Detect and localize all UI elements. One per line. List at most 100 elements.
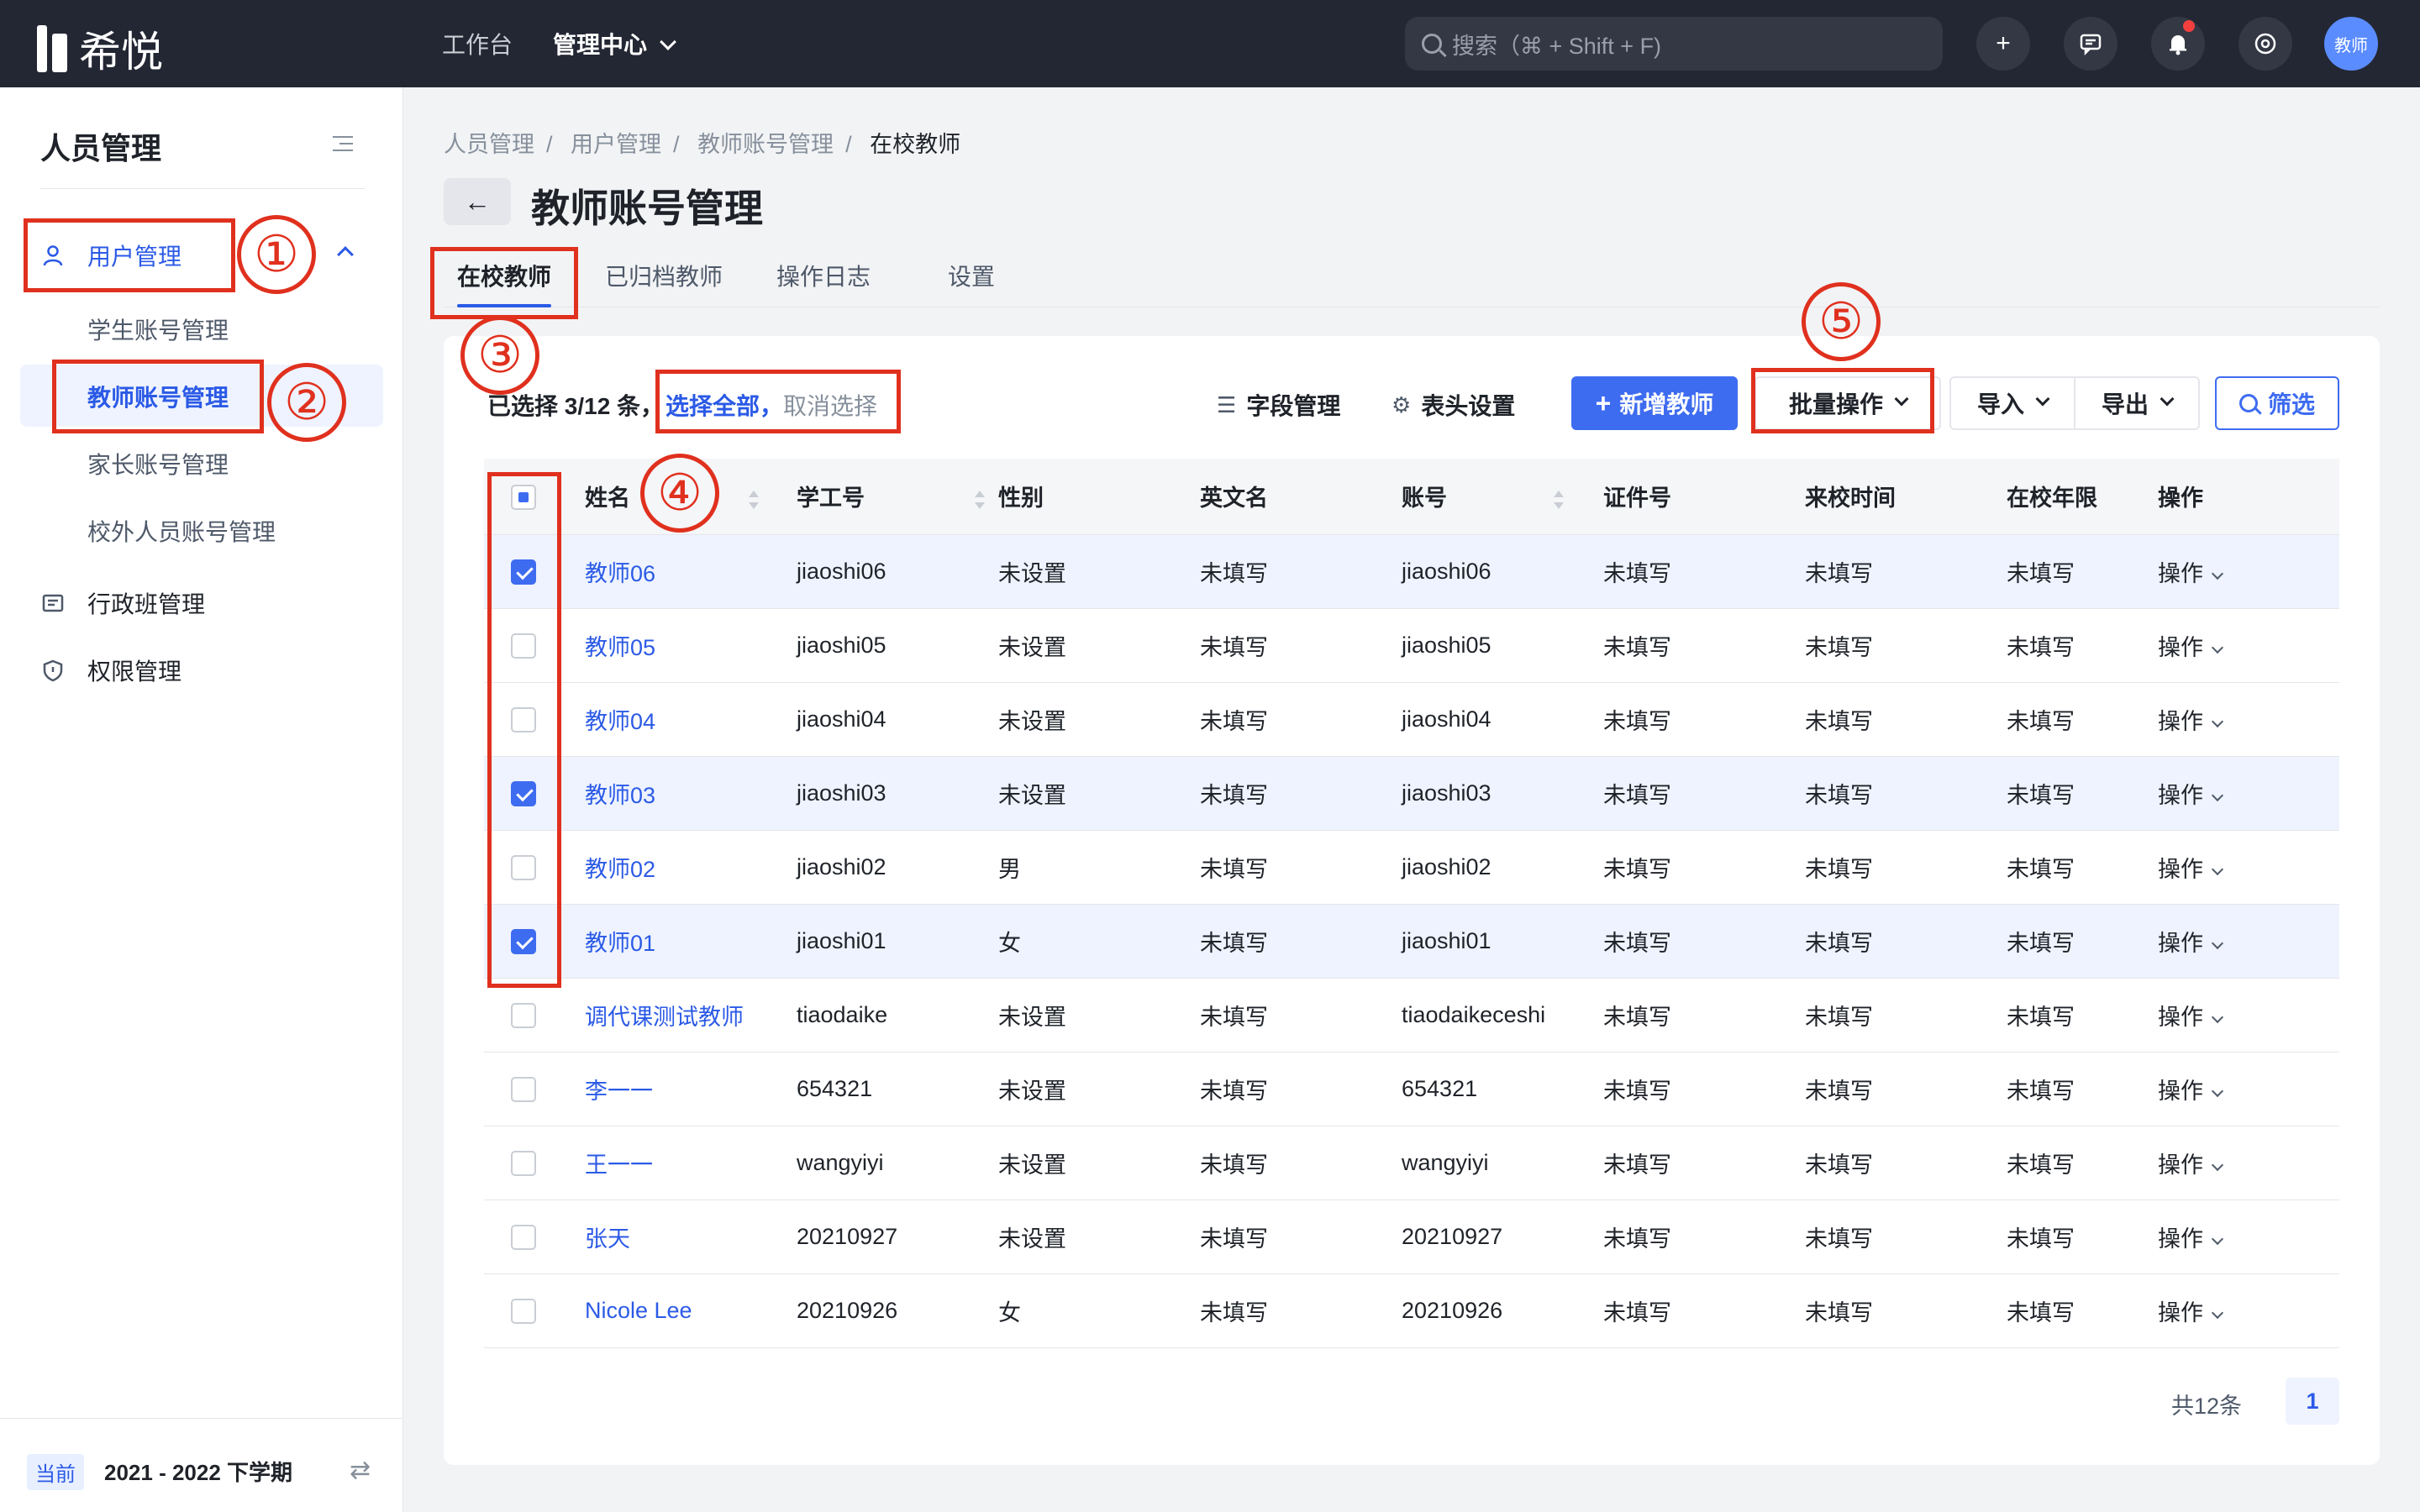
cell-actions[interactable]: 操作 — [2158, 534, 2339, 609]
cell-gender-text: 未设置 — [998, 1226, 1066, 1252]
sort-icon[interactable] — [974, 489, 986, 511]
message-button[interactable] — [2064, 17, 2118, 71]
cell-actions[interactable]: 操作 — [2158, 1273, 2339, 1348]
cell-actions[interactable]: 操作 — [2158, 1052, 2339, 1126]
cell-actions[interactable]: 操作 — [2158, 904, 2339, 979]
tab-operation-log[interactable]: 操作日志 — [776, 259, 871, 292]
cell-actions[interactable]: 操作 — [2158, 1200, 2339, 1274]
table-row[interactable]: 教师04 jiaoshi04 未设置 未填写 jiaoshi04 未填写 未填写 未填写 操作 — [484, 682, 2339, 757]
cell-actions-text: 操作 — [2158, 1299, 2203, 1326]
breadcrumb-item[interactable]: 教师账号管理 — [697, 132, 834, 157]
table-row[interactable]: 王一一 wangyiyi 未设置 未填写 wangyiyi 未填写 未填写 未填写 操作 — [484, 1126, 2339, 1200]
logo[interactable]: 希悦 — [37, 18, 163, 79]
cell-actions-text: 操作 — [2158, 1078, 2203, 1104]
avatar[interactable]: 教师 — [2324, 17, 2378, 71]
table-row[interactable]: 教师06 jiaoshi06 未设置 未填写 jiaoshi06 未填写 未填写 未填写 操作 — [484, 534, 2339, 609]
table-row[interactable]: 调代课测试教师 tiaodaike 未设置 未填写 tiaodaikeceshi 未填写 未… — [484, 978, 2339, 1053]
sidebar-item-student-accounts[interactable]: 学生账号管理 — [87, 312, 229, 346]
column-header-staff-id[interactable]: 学工号 — [797, 459, 998, 535]
back-button[interactable]: ← — [444, 178, 511, 225]
cell-english-name-text: 未填写 — [1200, 708, 1268, 734]
column-header-account[interactable]: 账号 — [1402, 459, 1603, 535]
cell-account: jiaoshi01 — [1402, 904, 1603, 979]
cell-actions-text: 操作 — [2158, 782, 2203, 808]
export-button[interactable]: 导出 — [2074, 376, 2200, 430]
tab-settings[interactable]: 设置 — [948, 259, 995, 292]
table-row[interactable]: 教师05 jiaoshi05 未设置 未填写 jiaoshi05 未填写 未填写 未填写 操作 — [484, 608, 2339, 683]
cell-actions[interactable]: 操作 — [2158, 608, 2339, 683]
cell-english-name: 未填写 — [1200, 978, 1402, 1053]
cell-name[interactable]: 调代课测试教师 — [585, 978, 797, 1053]
cell-account: wangyiyi — [1402, 1126, 1603, 1200]
cell-join-date: 未填写 — [1805, 608, 2007, 683]
tab-archived-teachers[interactable]: 已归档教师 — [605, 259, 723, 292]
cell-staff-id-text: jiaoshi06 — [797, 558, 886, 584]
table-row[interactable]: 教师01 jiaoshi01 女 未填写 jiaoshi01 未填写 未填写 未填写 操作 — [484, 904, 2339, 979]
cell-actions[interactable]: 操作 — [2158, 978, 2339, 1053]
table-row[interactable]: 教师02 jiaoshi02 男 未填写 jiaoshi02 未填写 未填写 未填写 操作 — [484, 830, 2339, 905]
add-button[interactable]: + — [1976, 17, 2030, 71]
cell-staff-id: jiaoshi03 — [797, 756, 998, 831]
column-header-label: 账号 — [1402, 486, 1447, 512]
cell-name[interactable]: 教师05 — [585, 608, 797, 683]
cell-actions[interactable]: 操作 — [2158, 830, 2339, 905]
search-icon — [1422, 34, 1442, 54]
collapse-sidebar-icon[interactable] — [333, 136, 353, 153]
cell-name[interactable]: 教师06 — [585, 534, 797, 609]
filter-button[interactable]: 筛选 — [2215, 376, 2339, 430]
cell-name[interactable]: 李一一 — [585, 1052, 797, 1126]
annotation-box-select-all — [655, 370, 901, 433]
sidebar-item-permission-management[interactable]: 权限管理 — [40, 654, 182, 687]
chevron-up-icon[interactable] — [337, 246, 354, 263]
table-row[interactable]: 张天 20210927 未设置 未填写 20210927 未填写 未填写 未填写 操作 — [484, 1200, 2339, 1274]
cell-account-text: jiaoshi04 — [1402, 706, 1491, 732]
cell-name[interactable]: 教师03 — [585, 756, 797, 831]
header-settings-label: 表头设置 — [1421, 393, 1516, 419]
cell-years: 未填写 — [2007, 756, 2158, 831]
sort-icon[interactable] — [748, 489, 760, 511]
sidebar-item-class-management[interactable]: 行政班管理 — [40, 586, 205, 620]
row-checkbox[interactable] — [511, 1150, 536, 1176]
row-checkbox[interactable] — [511, 1224, 536, 1250]
cell-english-name-text: 未填写 — [1200, 1299, 1268, 1326]
table-row[interactable]: 李一一 654321 未设置 未填写 654321 未填写 未填写 未填写 操作 — [484, 1052, 2339, 1126]
sidebar-item-external-accounts[interactable]: 校外人员账号管理 — [87, 514, 276, 548]
cell-account: 20210927 — [1402, 1200, 1603, 1274]
annotation-box-user-management — [24, 218, 235, 292]
cell-actions-text: 操作 — [2158, 560, 2203, 586]
cell-name[interactable]: 张天 — [585, 1200, 797, 1274]
cell-actions[interactable]: 操作 — [2158, 682, 2339, 757]
breadcrumb-item[interactable]: 用户管理 — [571, 132, 661, 157]
notification-button[interactable] — [2151, 17, 2205, 71]
import-button[interactable]: 导入 — [1949, 376, 2075, 430]
field-manage-button[interactable]: ☰ 字段管理 — [1217, 388, 1340, 422]
cell-id-number: 未填写 — [1603, 1273, 1805, 1348]
row-checkbox[interactable] — [511, 1298, 536, 1324]
row-checkbox[interactable] — [511, 1002, 536, 1028]
sort-icon[interactable] — [1553, 489, 1565, 511]
term-selector[interactable]: 当前 2021 - 2022 下学期 ⇄ — [0, 1418, 403, 1512]
search-input[interactable]: 搜索（⌘ + Shift + F) — [1405, 17, 1943, 71]
breadcrumb-item[interactable]: 人员管理 — [444, 132, 534, 157]
cell-actions[interactable]: 操作 — [2158, 1126, 2339, 1200]
cell-name[interactable]: 教师01 — [585, 904, 797, 979]
cell-name[interactable]: 教师04 — [585, 682, 797, 757]
row-checkbox[interactable] — [511, 1076, 536, 1102]
cell-name[interactable]: 教师02 — [585, 830, 797, 905]
pager-page-1[interactable]: 1 — [2286, 1378, 2339, 1425]
swap-icon[interactable]: ⇄ — [350, 1456, 371, 1485]
nav-admin-center[interactable]: 管理中心 — [553, 27, 676, 60]
cell-english-name: 未填写 — [1200, 756, 1402, 831]
table-row[interactable]: Nicole Lee 20210926 女 未填写 20210926 未填写 未填写 未填写 操… — [484, 1273, 2339, 1348]
cell-join-date: 未填写 — [1805, 830, 2007, 905]
header-settings-button[interactable]: ⚙ 表头设置 — [1392, 388, 1515, 422]
table-row[interactable]: 教师03 jiaoshi03 未设置 未填写 jiaoshi03 未填写 未填写 未填写 操作 — [484, 756, 2339, 831]
cell-name[interactable]: 王一一 — [585, 1126, 797, 1200]
cell-name[interactable]: Nicole Lee — [585, 1273, 797, 1348]
nav-workbench[interactable]: 工作台 — [442, 27, 513, 60]
cell-actions[interactable]: 操作 — [2158, 756, 2339, 831]
cell-id-number-text: 未填写 — [1603, 930, 1671, 956]
settings-button[interactable] — [2238, 17, 2292, 71]
add-teacher-button[interactable]: + 新增教师 — [1571, 376, 1738, 430]
sidebar-item-parent-accounts[interactable]: 家长账号管理 — [87, 447, 229, 480]
